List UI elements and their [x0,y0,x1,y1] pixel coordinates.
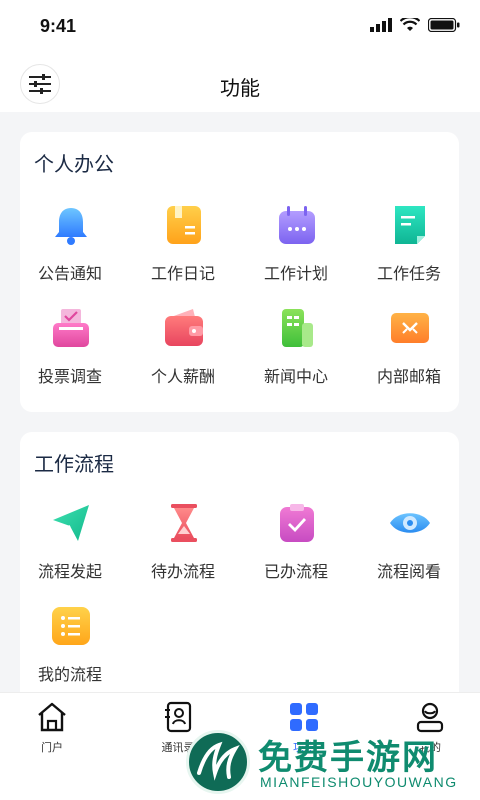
item-label: 流程阅看 [376,564,441,581]
workflow-card: 工作流程 流程发起 待办流程 已办流程 流程阅看 我的流程 [20,432,459,712]
item-label: 内部邮箱 [376,369,441,386]
status-time: 9:41 [40,16,77,36]
bell-icon [55,208,87,245]
mail-icon [391,313,429,343]
item-label: 工作任务 [376,266,441,283]
ballot-box-icon [53,309,89,347]
item-label: 工作日记 [150,266,215,283]
clipboard-check-icon [280,504,314,542]
item-work-diary[interactable]: 工作日记 [133,204,233,294]
building-icon [282,309,313,347]
item-label: 已办流程 [263,564,328,581]
item-label: 新闻中心 [263,369,328,386]
list-icon [52,607,90,645]
status-bar: 9:41 [0,0,480,56]
section-title: 个人办公 [34,154,114,176]
item-news-center[interactable]: 新闻中心 [246,307,346,397]
item-label: 待办流程 [150,564,215,581]
page-title: 功能 [220,78,260,100]
personal-office-card: 个人办公 公告通知 工作日记 工作计划 工作任务 投票调查 个人薪酬 新闻中心 … [20,132,459,412]
item-label: 个人薪酬 [150,369,215,386]
page-header: 功能 [0,56,480,112]
hourglass-icon [171,504,197,542]
item-internal-mail[interactable]: 内部邮箱 [359,307,459,397]
notebook-icon [167,206,201,244]
item-read-workflow[interactable]: 流程阅看 [359,502,459,592]
item-pending-workflow[interactable]: 待办流程 [133,502,233,592]
calendar-icon [279,206,315,244]
item-salary[interactable]: 个人薪酬 [133,307,233,397]
task-doc-icon [395,206,425,244]
item-label: 工作计划 [263,266,328,283]
watermark-subtitle: MIANFEISHOUYOUWANG [260,774,458,790]
item-announcement[interactable]: 公告通知 [20,204,120,294]
wifi-icon [400,18,420,31]
watermark-logo-icon [186,730,250,794]
eye-icon [390,513,430,533]
item-label: 投票调查 [37,369,102,386]
item-vote-survey[interactable]: 投票调查 [20,307,120,397]
tab-portal[interactable]: 门户 [2,701,102,761]
item-work-plan[interactable]: 工作计划 [246,204,346,294]
item-start-workflow[interactable]: 流程发起 [20,502,120,592]
item-work-task[interactable]: 工作任务 [359,204,459,294]
site-watermark: 免费手游网 MIANFEISHOUYOUWANG [182,728,477,800]
item-label: 流程发起 [37,564,102,581]
signal-icon [370,18,392,32]
send-icon [53,505,89,541]
watermark-title: 免费手游网 [258,739,438,777]
section-title: 工作流程 [34,454,114,476]
battery-icon [428,18,460,32]
item-done-workflow[interactable]: 已办流程 [246,502,346,592]
home-icon [38,702,66,732]
item-label: 公告通知 [37,266,102,283]
wallet-icon [165,309,203,346]
status-icons [370,18,460,32]
item-my-workflow[interactable]: 我的流程 [20,605,120,695]
tab-label: 门户 [41,742,63,754]
item-label: 我的流程 [37,667,102,684]
